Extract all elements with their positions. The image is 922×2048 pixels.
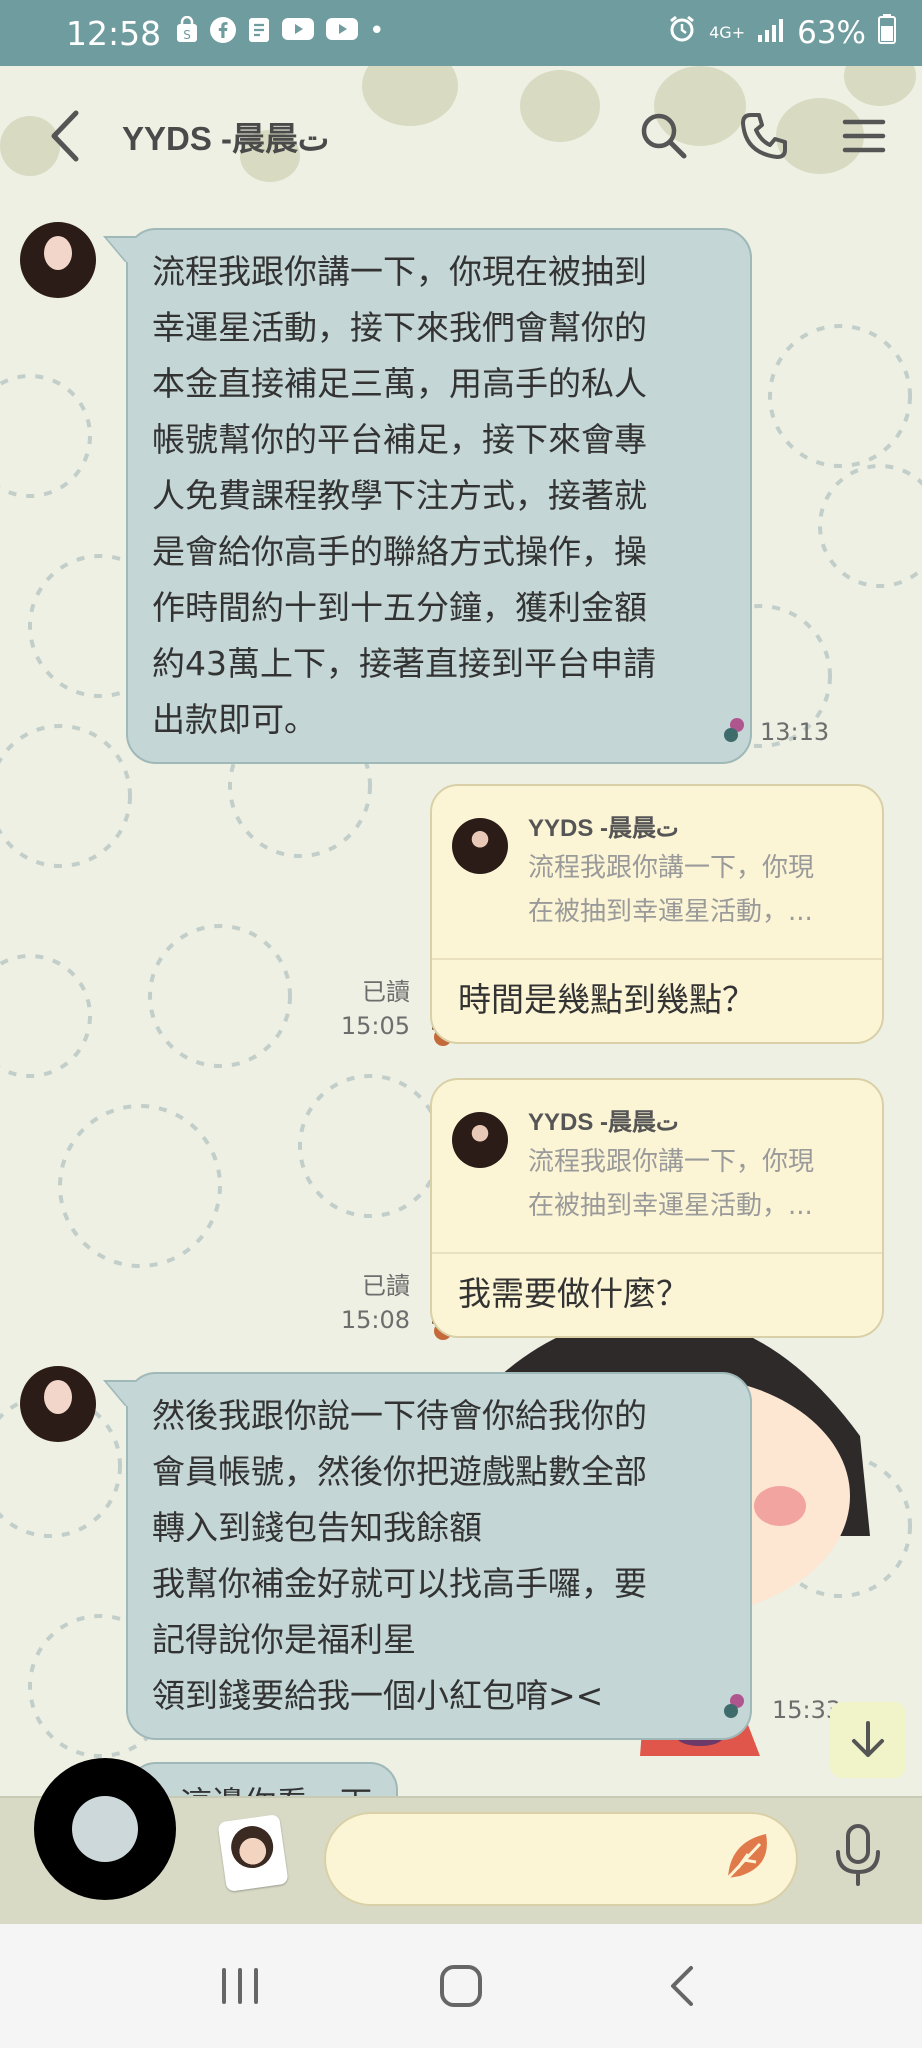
chat-header: YYDS -晨晨ت	[0, 66, 922, 206]
sticker-button[interactable]	[217, 1814, 289, 1892]
reply-text: 時間是幾點到幾點？	[458, 980, 755, 1019]
back-arrow-icon	[51, 110, 79, 162]
quoted-avatar	[452, 818, 508, 874]
battery-percent: 63%	[797, 15, 866, 51]
recent-apps-icon	[222, 1968, 259, 2004]
battery-icon	[878, 14, 896, 52]
quoted-message[interactable]: YYDS -晨晨ت 流程我跟你講一下，你現 在被抽到幸運星活動，...	[432, 1080, 882, 1254]
call-button[interactable]	[736, 108, 792, 164]
facebook-icon	[209, 16, 237, 51]
alarm-icon	[667, 14, 697, 52]
quoted-message[interactable]: YYDS -晨晨ت 流程我跟你講一下，你現 在被抽到幸運星活動，...	[432, 786, 882, 960]
incoming-message-bubble[interactable]: 然後我跟你說一下待會你給我你的 會員帳號，然後你把遊戲點數全部 轉入到錢包告知我…	[126, 1372, 752, 1740]
note-icon	[247, 16, 271, 51]
signal-icon	[757, 15, 785, 51]
incoming-message-bubble[interactable]: 流程我跟你講一下，你現在被抽到 幸運星活動，接下來我們會幫你的 本金直接補足三萬…	[126, 228, 752, 764]
read-status: 已讀	[362, 1272, 410, 1300]
scroll-to-bottom-button[interactable]	[830, 1702, 906, 1778]
quoted-sender: YYDS -晨晨ت	[528, 815, 679, 842]
shopping-bag-icon: S	[175, 15, 199, 51]
youtube-icon	[281, 16, 315, 51]
menu-button[interactable]	[836, 108, 892, 164]
message-time: 15:05	[340, 1012, 410, 1040]
home-button[interactable]	[431, 1956, 491, 2016]
outgoing-message-bubble[interactable]: YYDS -晨晨ت 流程我跟你講一下，你現 在被抽到幸運星活動，... 我需要做…	[430, 1078, 884, 1338]
arrow-down-icon	[852, 1721, 884, 1757]
read-status: 已讀	[362, 978, 410, 1006]
quoted-text: 流程我跟你講一下，你現 在被抽到幸運星活動，...	[528, 853, 815, 927]
hamburger-menu-icon	[842, 119, 886, 153]
network-label: 4G+	[709, 23, 746, 42]
reaction-indicator	[724, 1694, 744, 1718]
back-button[interactable]	[30, 101, 100, 171]
reaction-indicator	[724, 718, 744, 742]
svg-text:S: S	[183, 28, 191, 42]
message-time: 13:13	[760, 718, 830, 746]
leaf-icon[interactable]	[720, 1826, 780, 1886]
phone-icon	[741, 113, 787, 159]
message-time: 15:08	[340, 1306, 410, 1334]
back-nav-button[interactable]	[652, 1956, 712, 2016]
contact-avatar[interactable]	[20, 222, 96, 298]
status-bar: 12:58 S • 4G+ 63%	[0, 0, 922, 66]
back-nav-icon	[670, 1966, 693, 2006]
home-icon	[439, 1965, 482, 2007]
microphone-button[interactable]	[830, 1822, 886, 1888]
floating-media-button[interactable]	[34, 1758, 176, 1900]
youtube-icon	[325, 16, 359, 51]
quoted-sender: YYDS -晨晨ت	[528, 1109, 679, 1136]
search-button[interactable]	[636, 108, 692, 164]
search-icon	[641, 113, 687, 159]
contact-avatar[interactable]	[20, 1366, 96, 1442]
system-navigation-bar	[0, 1924, 922, 2048]
microphone-icon	[836, 1824, 880, 1886]
quoted-text: 流程我跟你講一下，你現 在被抽到幸運星活動，...	[528, 1147, 815, 1221]
reply-text: 我需要做什麼？	[458, 1274, 689, 1313]
chat-title[interactable]: YYDS -晨晨ت	[122, 112, 329, 160]
outgoing-message-bubble[interactable]: YYDS -晨晨ت 流程我跟你講一下，你現 在被抽到幸運星活動，... 時間是幾…	[430, 784, 884, 1044]
quoted-avatar	[452, 1112, 508, 1168]
recent-apps-button[interactable]	[210, 1956, 270, 2016]
status-time: 12:58	[66, 13, 162, 53]
status-dot: •	[369, 15, 385, 46]
